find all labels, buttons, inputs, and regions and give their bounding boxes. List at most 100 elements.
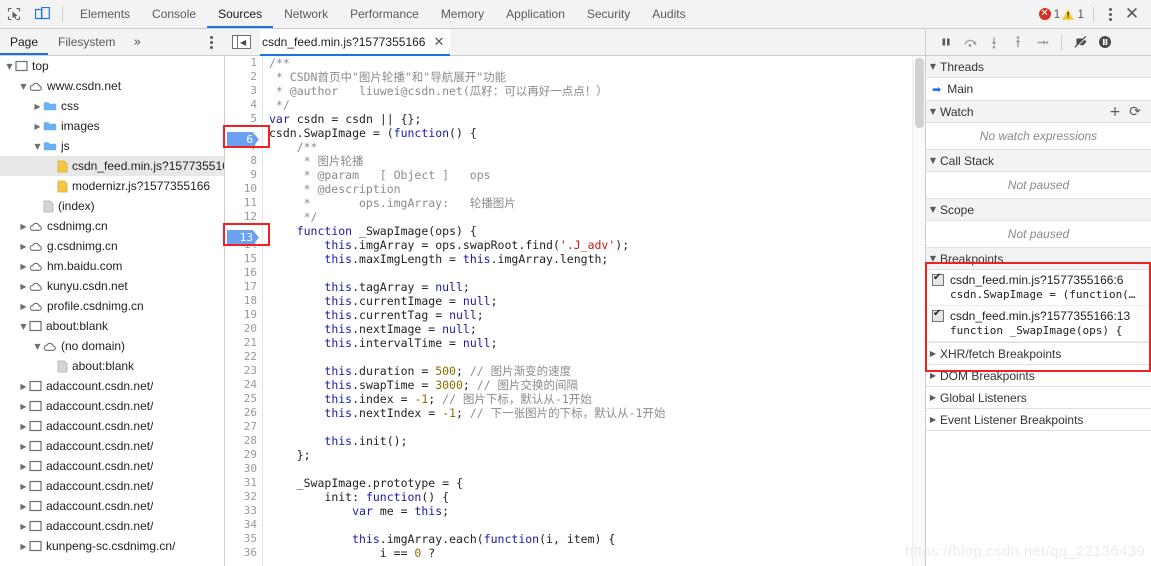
step-out-icon[interactable] [1006, 30, 1030, 54]
tab-performance[interactable]: Performance [339, 0, 430, 28]
source-code-editor[interactable]: 1/** 2 * CSDN首页中"图片轮播"和"导航展开"功能 3 * @autho… [225, 56, 925, 566]
section-header-global-listeners[interactable]: ▶ Global Listeners [926, 387, 1151, 409]
section-header-call-stack[interactable]: ▼ Call Stack [926, 150, 1151, 172]
chevron-right-icon[interactable]: ▶ [18, 462, 29, 471]
line-number[interactable]: 1 [225, 56, 263, 70]
chevron-right-icon[interactable]: ▶ [18, 242, 29, 251]
tab-console[interactable]: Console [141, 0, 207, 28]
line-number[interactable]: 24 [225, 378, 263, 392]
chevron-right-icon[interactable]: ▶ [32, 122, 43, 131]
subtab-filesystem[interactable]: Filesystem [48, 29, 125, 55]
line-number[interactable]: 20 [225, 322, 263, 336]
line-number[interactable]: 26 [225, 406, 263, 420]
plus-icon[interactable]: + [1105, 104, 1125, 120]
pause-icon[interactable] [934, 30, 958, 54]
tree-item-adaccount-csdn-net[interactable]: ▶ adaccount.csdn.net/ [0, 436, 224, 456]
chevron-down-icon[interactable]: ▼ [18, 82, 29, 91]
show-navigator-icon[interactable]: ◀ [232, 35, 251, 49]
close-icon[interactable]: ✕ [1119, 2, 1145, 26]
deactivate-breakpoints-icon[interactable] [1069, 30, 1093, 54]
section-header-xhr-breakpoints[interactable]: ▶ XHR/fetch Breakpoints [926, 343, 1151, 365]
line-number[interactable]: 29 [225, 448, 263, 462]
line-number[interactable]: 19 [225, 308, 263, 322]
tree-item-about-blank[interactable]: ▼ about:blank [0, 316, 224, 336]
section-header-event-listener-breakpoints[interactable]: ▶ Event Listener Breakpoints [926, 409, 1151, 431]
tree-item-csdn-feed-min-js-1577355166[interactable]: csdn_feed.min.js?1577355166 [0, 156, 224, 176]
chevron-right-icon[interactable]: ▶ [18, 302, 29, 311]
editor-scrollbar[interactable] [912, 56, 925, 566]
line-number[interactable]: 35 [225, 532, 263, 546]
navigator-kebab-menu-icon[interactable] [202, 31, 220, 53]
tree-item-modernizr-js-1577355166[interactable]: modernizr.js?1577355166 [0, 176, 224, 196]
line-number[interactable]: 16 [225, 266, 263, 280]
tree-item-adaccount-csdn-net[interactable]: ▶ adaccount.csdn.net/ [0, 396, 224, 416]
line-number[interactable]: 2 [225, 70, 263, 84]
line-number[interactable]: 30 [225, 462, 263, 476]
line-number[interactable]: 10 [225, 182, 263, 196]
line-number[interactable]: 27 [225, 420, 263, 434]
chevron-right-icon[interactable]: ▶ [18, 502, 29, 511]
tree-item-css[interactable]: ▶ css [0, 96, 224, 116]
section-header-scope[interactable]: ▼ Scope [926, 199, 1151, 221]
tree-item-kunyu-csdn-net[interactable]: ▶ kunyu.csdn.net [0, 276, 224, 296]
tree-item-about-blank[interactable]: about:blank [0, 356, 224, 376]
tree-item-profile-csdnimg-cn[interactable]: ▶ profile.csdnimg.cn [0, 296, 224, 316]
chevron-right-icon[interactable]: ▶ [18, 522, 29, 531]
inspect-element-icon[interactable] [0, 1, 28, 27]
section-header-dom-breakpoints[interactable]: ▶ DOM Breakpoints [926, 365, 1151, 387]
file-tab-csdn-feed[interactable]: csdn_feed.min.js?1577355166 ✕ [260, 28, 451, 56]
tree-item-no-domain[interactable]: ▼ (no domain) [0, 336, 224, 356]
line-number[interactable]: 31 [225, 476, 263, 490]
line-number[interactable]: 25 [225, 392, 263, 406]
pause-on-exceptions-icon[interactable] [1093, 30, 1117, 54]
tab-sources[interactable]: Sources [207, 0, 273, 28]
chevron-right-icon[interactable]: ▶ [18, 542, 29, 551]
chevron-right-icon[interactable]: ▶ [18, 482, 29, 491]
line-number[interactable]: 34 [225, 518, 263, 532]
chevron-right-icon[interactable]: ▶ [32, 102, 43, 111]
line-number[interactable]: 4 [225, 98, 263, 112]
tree-item-adaccount-csdn-net[interactable]: ▶ adaccount.csdn.net/ [0, 376, 224, 396]
error-count-badge[interactable]: ✕ 1 [1038, 7, 1060, 21]
step-icon[interactable] [1030, 30, 1054, 54]
tab-security[interactable]: Security [576, 0, 641, 28]
line-number[interactable]: 18 [225, 294, 263, 308]
tab-audits[interactable]: Audits [641, 0, 696, 28]
close-icon[interactable]: ✕ [433, 35, 444, 50]
tree-item-kunpeng-sc-csdnimg-cn[interactable]: ▶ kunpeng-sc.csdnimg.cn/ [0, 536, 224, 556]
line-number[interactable]: 22 [225, 350, 263, 364]
section-header-watch[interactable]: ▼ Watch + ⟳ [926, 101, 1151, 123]
step-over-icon[interactable] [958, 30, 982, 54]
tree-item-hm-baidu-com[interactable]: ▶ hm.baidu.com [0, 256, 224, 276]
chevron-right-icon[interactable]: ▶ [18, 402, 29, 411]
line-number[interactable]: 36 [225, 546, 263, 560]
warning-count-badge[interactable]: 1 [1062, 7, 1084, 21]
chevron-right-icon[interactable]: ▶ [18, 422, 29, 431]
line-number[interactable]: 12 [225, 210, 263, 224]
kebab-menu-icon[interactable] [1101, 3, 1119, 25]
tree-item-js[interactable]: ▼ js [0, 136, 224, 156]
breakpoint-item[interactable]: csdn_feed.min.js?1577355166:6 csdn.SwapI… [926, 270, 1151, 306]
tab-memory[interactable]: Memory [430, 0, 495, 28]
line-number[interactable]: 8 [225, 154, 263, 168]
line-number[interactable]: 28 [225, 434, 263, 448]
line-number[interactable]: 11 [225, 196, 263, 210]
tab-network[interactable]: Network [273, 0, 339, 28]
line-number[interactable]: 15 [225, 252, 263, 266]
line-number[interactable]: 21 [225, 336, 263, 350]
thread-item-main[interactable]: ➡ Main [926, 78, 1151, 100]
breakpoint-item[interactable]: csdn_feed.min.js?1577355166:13 function … [926, 306, 1151, 342]
tree-item-csdnimg-cn[interactable]: ▶ csdnimg.cn [0, 216, 224, 236]
editor-scrollbar-thumb[interactable] [915, 58, 924, 128]
chevron-right-icon[interactable]: ▶ [18, 262, 29, 271]
line-number[interactable]: 23 [225, 364, 263, 378]
line-number[interactable]: 3 [225, 84, 263, 98]
chevron-down-icon[interactable]: ▼ [4, 62, 15, 71]
tab-application[interactable]: Application [495, 0, 576, 28]
chevron-double-right-icon[interactable]: » [125, 35, 149, 50]
tree-item-adaccount-csdn-net[interactable]: ▶ adaccount.csdn.net/ [0, 476, 224, 496]
tree-item-g-csdnimg-cn[interactable]: ▶ g.csdnimg.cn [0, 236, 224, 256]
tree-item-adaccount-csdn-net[interactable]: ▶ adaccount.csdn.net/ [0, 456, 224, 476]
section-header-threads[interactable]: ▼ Threads [926, 56, 1151, 78]
step-into-icon[interactable] [982, 30, 1006, 54]
